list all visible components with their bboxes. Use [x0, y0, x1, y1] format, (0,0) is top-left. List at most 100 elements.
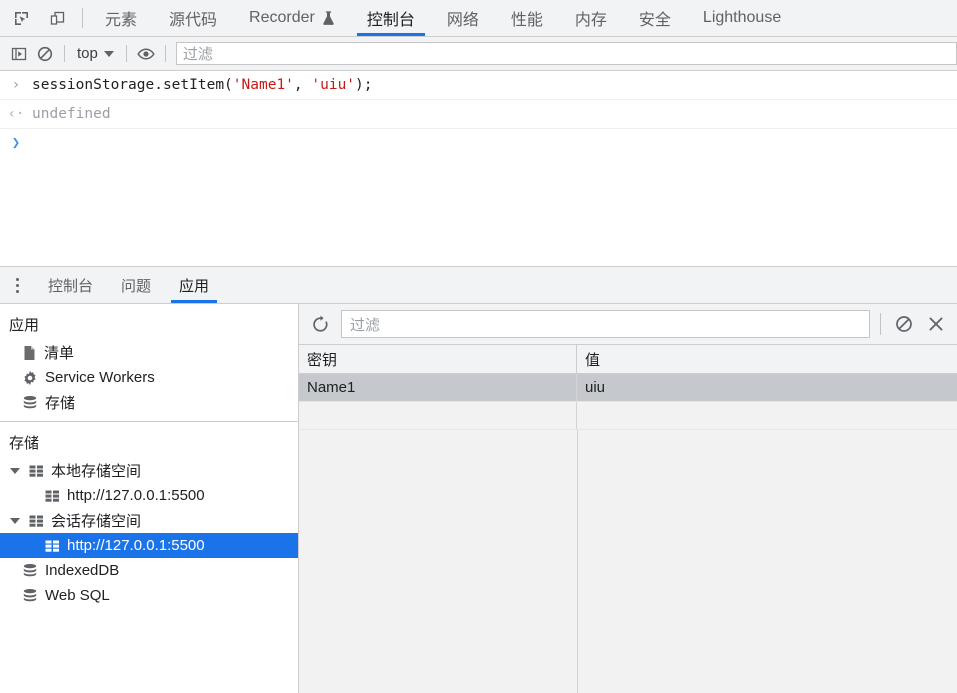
- console-result-value: undefined: [32, 106, 111, 122]
- console-sidebar-icon[interactable]: [6, 41, 32, 67]
- table-grid-icon: [45, 490, 60, 502]
- sidebar-item-session-storage-origin[interactable]: http://127.0.0.1:5500: [0, 533, 298, 558]
- table-row[interactable]: [299, 402, 957, 430]
- column-header-value[interactable]: 值: [577, 345, 957, 373]
- sidebar-item-label: Service Workers: [45, 369, 155, 386]
- cell-value: [577, 402, 957, 429]
- clear-console-icon[interactable]: [32, 41, 58, 67]
- console-filter-input[interactable]: 过滤: [175, 42, 957, 65]
- sidebar-item-label: IndexedDB: [45, 562, 120, 579]
- kebab-dot: [15, 277, 19, 281]
- drawer-tab-application[interactable]: 应用: [165, 267, 223, 303]
- kebab-menu-icon[interactable]: [0, 267, 34, 303]
- triangle-expanded-icon[interactable]: [10, 517, 20, 524]
- live-expression-icon[interactable]: [133, 41, 159, 67]
- code-string-arg1: 'Name1': [232, 77, 294, 93]
- code-prefix: sessionStorage.setItem(: [32, 77, 233, 93]
- table-grid-icon: [45, 540, 60, 552]
- storage-filter-placeholder: 过滤: [350, 316, 381, 334]
- sidebar-item-label: Web SQL: [45, 587, 110, 604]
- tab-label: Lighthouse: [702, 9, 782, 26]
- devtools-top-toolbar: 元素 源代码 Recorder 控制台 网络 性能 内存 安全 Lighthou…: [0, 0, 957, 37]
- inspect-element-icon[interactable]: [8, 5, 34, 31]
- column-header-key[interactable]: 密钥: [299, 345, 577, 373]
- device-toolbar-icon[interactable]: [44, 5, 70, 31]
- sidebar-section-storage-title: 存储: [9, 435, 40, 452]
- tab-elements[interactable]: 元素: [89, 0, 153, 36]
- tab-console[interactable]: 控制台: [351, 0, 431, 36]
- clear-all-icon[interactable]: [891, 311, 917, 337]
- sidebar-item-service-workers[interactable]: Service Workers: [0, 365, 298, 390]
- tab-label: Recorder: [249, 9, 315, 26]
- console-prompt-row[interactable]: ❯: [0, 129, 957, 157]
- table-grid-icon: [29, 515, 44, 527]
- panel-tabs: 元素 源代码 Recorder 控制台 网络 性能 内存 安全 Lighthou…: [89, 0, 957, 36]
- table-filler-key-column: [299, 430, 578, 693]
- cell-value: uiu: [585, 379, 606, 396]
- tab-lighthouse[interactable]: Lighthouse: [687, 0, 797, 36]
- sidebar-item-label: http://127.0.0.1:5500: [67, 537, 205, 554]
- tab-recorder[interactable]: Recorder: [233, 0, 351, 36]
- console-input-code: sessionStorage.setItem('Name1', 'uiu');: [32, 74, 373, 96]
- tab-performance[interactable]: 性能: [495, 0, 559, 36]
- sidebar-item-local-storage[interactable]: 本地存储空间: [0, 458, 298, 483]
- triangle-expanded-icon[interactable]: [10, 467, 20, 474]
- sidebar-item-label: 清单: [44, 345, 75, 362]
- storage-toolbar: 过滤: [299, 304, 957, 345]
- tab-label: 性能: [510, 12, 543, 29]
- toolbar-divider: [82, 8, 83, 28]
- code-suffix: );: [355, 77, 373, 93]
- storage-filter-input[interactable]: 过滤: [341, 310, 870, 338]
- sidebar-section-application-title: 应用: [9, 317, 40, 334]
- top-toolbar-icons: [0, 0, 76, 36]
- flask-experimental-icon: [322, 10, 335, 26]
- console-filter-placeholder: 过滤: [182, 46, 213, 63]
- console-input-row[interactable]: › sessionStorage.setItem('Name1', 'uiu')…: [0, 71, 957, 100]
- application-sidebar[interactable]: 应用 清单 Service Workers 存储 存储 本地存储空间 http:…: [0, 304, 299, 693]
- drawer-tab-label: 控制台: [48, 277, 94, 295]
- manifest-document-icon: [22, 345, 37, 361]
- tab-memory[interactable]: 内存: [559, 0, 623, 36]
- execution-context-label: top: [77, 45, 98, 62]
- code-mid: ,: [293, 77, 312, 93]
- gear-icon: [22, 370, 38, 386]
- sidebar-item-session-storage[interactable]: 会话存储空间: [0, 508, 298, 533]
- code-string-arg2: 'uiu': [311, 77, 356, 93]
- sidebar-item-local-storage-origin[interactable]: http://127.0.0.1:5500: [0, 483, 298, 508]
- console-toolbar-divider-1: [64, 45, 65, 62]
- tab-network[interactable]: 网络: [431, 0, 495, 36]
- sidebar-item-label: 本地存储空间: [51, 463, 142, 480]
- storage-table: 密钥 值 Name1 uiu: [299, 345, 957, 693]
- console-result-gutter-icon: ‹·: [7, 106, 25, 122]
- tab-sources[interactable]: 源代码: [153, 0, 233, 36]
- drawer-tab-console[interactable]: 控制台: [34, 267, 107, 303]
- delete-selected-icon[interactable]: [923, 311, 949, 337]
- table-row[interactable]: Name1 uiu: [299, 374, 957, 402]
- refresh-icon[interactable]: [307, 311, 333, 337]
- drawer-tab-issues[interactable]: 问题: [107, 267, 165, 303]
- table-empty-area: [299, 430, 957, 693]
- drawer-tab-bar: 控制台 问题 应用: [0, 267, 957, 304]
- table-header-row: 密钥 值: [299, 345, 957, 374]
- sidebar-item-label: 存储: [45, 395, 76, 412]
- tab-security[interactable]: 安全: [623, 0, 687, 36]
- console-messages[interactable]: › sessionStorage.setItem('Name1', 'uiu')…: [0, 71, 957, 266]
- console-input-gutter-icon: ›: [11, 77, 21, 93]
- sidebar-item-storage[interactable]: 存储: [0, 390, 298, 415]
- sidebar-item-web-sql[interactable]: Web SQL: [0, 583, 298, 608]
- cell-key: [299, 402, 577, 429]
- sidebar-item-indexeddb[interactable]: IndexedDB: [0, 558, 298, 583]
- tab-label: 网络: [446, 12, 479, 29]
- console-toolbar-divider-2: [125, 45, 127, 62]
- devtools-window: 元素 源代码 Recorder 控制台 网络 性能 内存 安全 Lighthou…: [0, 0, 957, 693]
- sidebar-item-manifest[interactable]: 清单: [0, 340, 298, 365]
- kebab-dot: [15, 289, 19, 293]
- drawer-tab-label: 应用: [179, 277, 210, 295]
- database-icon: [22, 395, 38, 411]
- drawer-tab-label: 问题: [121, 277, 152, 295]
- execution-context-selector[interactable]: top: [71, 43, 120, 64]
- sidebar-item-label: http://127.0.0.1:5500: [67, 487, 205, 504]
- sidebar-item-label: 会话存储空间: [51, 513, 142, 530]
- kebab-dot: [15, 283, 19, 287]
- database-icon: [22, 563, 38, 579]
